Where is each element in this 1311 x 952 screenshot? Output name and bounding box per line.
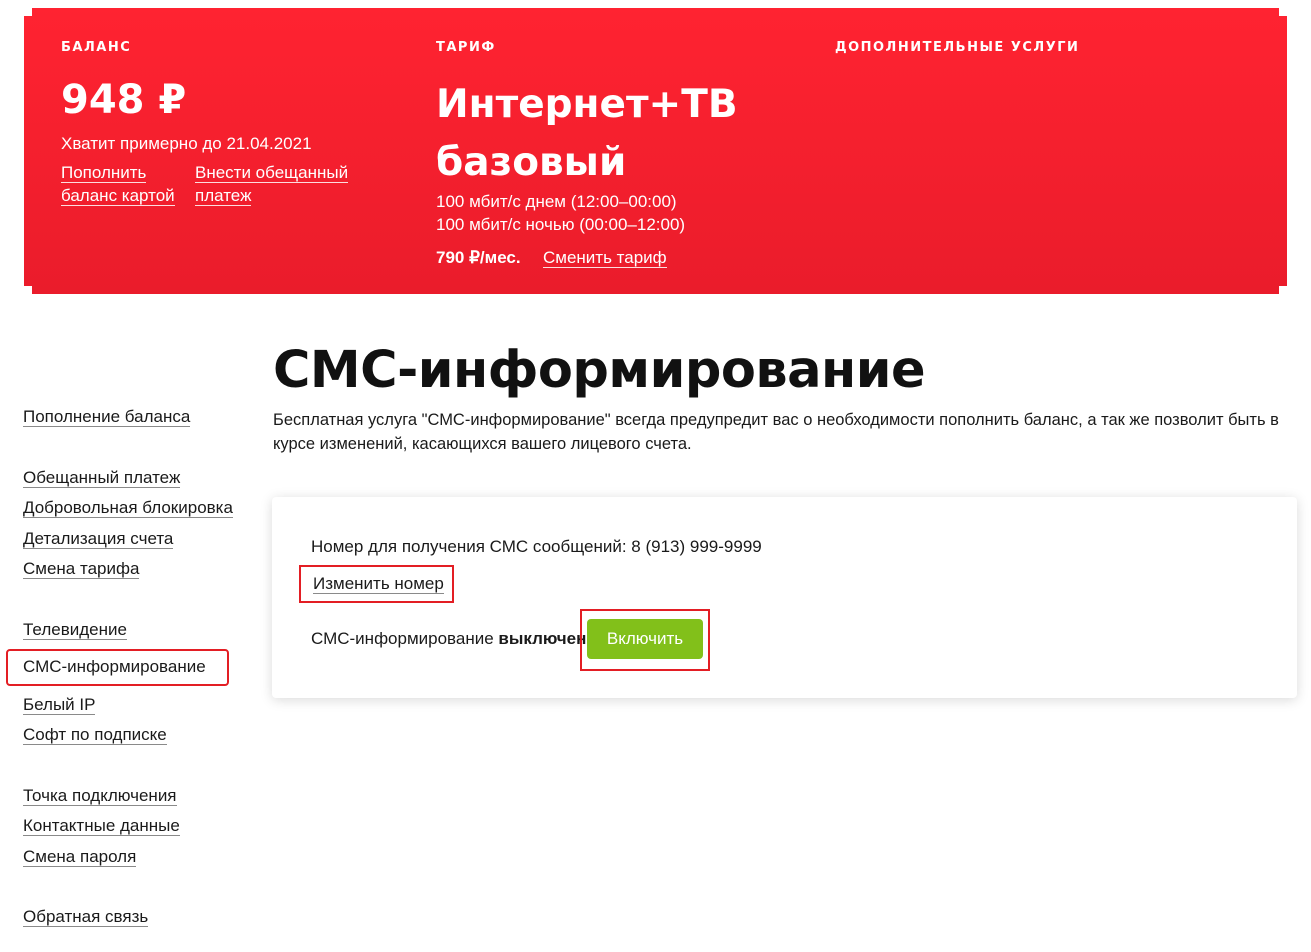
sidebar-item-feedback[interactable]: Обратная связь [23,906,149,928]
sidebar-item-sms-info[interactable]: СМС-информирование [23,656,206,678]
sidebar-item-television[interactable]: Телевидение [23,619,127,641]
tariff-price: 790 ₽/мес. [436,248,521,267]
balance-forecast: Хватит примерно до 21.04.2021 [61,134,312,153]
sidebar-item-promised-payment[interactable]: Обещанный платеж [23,467,181,489]
change-number-label: Изменить номер [313,574,444,594]
sidebar-item-label: Контактные данные [23,816,180,836]
sidebar-item-label: Обратная связь [23,907,149,927]
sidebar-item-label: Пополнение баланса [23,407,191,427]
corner-notch [1279,8,1287,16]
sms-status: СМС-информирование выключено [311,628,597,650]
sidebar-item-label: Точка подключения [23,786,177,806]
enable-sms-button[interactable]: Включить [587,619,703,659]
corner-notch [24,286,32,294]
topup-link-label: Пополнить баланс картой [61,163,175,206]
corner-notch [1279,286,1287,294]
sidebar-item-label: СМС-информирование [23,657,206,676]
change-number-link[interactable]: Изменить номер [313,573,444,595]
page-title: СМС-информирование [273,341,926,400]
change-tariff-label: Сменить тариф [543,248,667,268]
sidebar-item-change-tariff[interactable]: Смена тарифа [23,558,140,580]
tariff-speed-day: 100 мбит/с днем (12:00–00:00) [436,192,677,211]
balance-amount: 948 ₽ [61,77,187,123]
sidebar-item-label: Добровольная блокировка [23,498,233,518]
sms-settings-card: Номер для получения СМС сообщений: 8 (91… [272,497,1297,698]
sidebar-item-account-details[interactable]: Детализация счета [23,528,174,550]
sidebar-item-voluntary-block[interactable]: Добровольная блокировка [23,497,233,519]
promised-payment-label: Внести обещанный платеж [195,163,349,206]
topup-by-card-link[interactable]: Пополнить баланс картой [61,161,191,207]
sms-phone-number: Номер для получения СМС сообщений: 8 (91… [311,537,762,556]
tariff-name: Интернет+ТВ базовый [436,82,738,185]
sidebar-item-contact-details[interactable]: Контактные данные [23,815,180,837]
sidebar-item-software-subscription[interactable]: Софт по подписке [23,724,167,746]
sidebar-item-label: Смена тарифа [23,559,140,579]
sms-status-label: СМС-информирование [311,629,499,648]
enable-button-highlight: Включить [580,609,710,671]
sidebar-item-label: Телевидение [23,620,127,640]
sidebar-item-connection-point[interactable]: Точка подключения [23,785,177,807]
balance-caption: БАЛАНС [61,40,132,55]
tariff-caption: ТАРИФ [436,40,496,55]
sidebar-item-label: Софт по подписке [23,725,167,745]
sidebar-item-label: Обещанный платеж [23,468,181,488]
account-summary-banner: БАЛАНС 948 ₽ Хватит примерно до 21.04.20… [24,8,1287,294]
sidebar-item-balance-topup[interactable]: Пополнение баланса [23,406,191,428]
change-tariff-link[interactable]: Сменить тариф [543,246,667,269]
tariff-speed-night: 100 мбит/с ночью (00:00–12:00) [436,215,686,234]
page-description: Бесплатная услуга "СМС-информирование" в… [273,411,1279,453]
corner-notch [24,8,32,16]
sidebar-item-label: Белый IP [23,695,96,715]
sidebar-item-label: Детализация счета [23,529,174,549]
sidebar-item-white-ip[interactable]: Белый IP [23,694,96,716]
promised-payment-link[interactable]: Внести обещанный платеж [195,161,355,207]
extra-services-caption: ДОПОЛНИТЕЛЬНЫЕ УСЛУГИ [835,40,1080,55]
change-number-highlight: Изменить номер [299,565,454,603]
sidebar-item-label: Смена пароля [23,847,137,867]
sidebar-item-change-password[interactable]: Смена пароля [23,846,137,868]
